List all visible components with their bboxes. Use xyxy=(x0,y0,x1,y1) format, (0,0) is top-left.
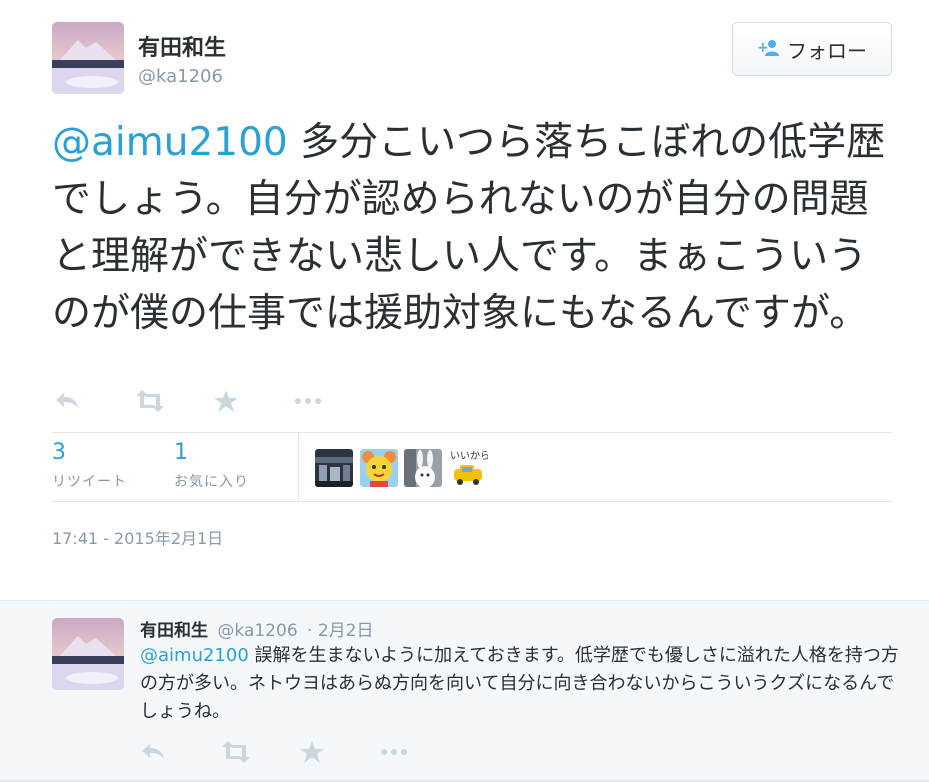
stats-top-divider xyxy=(52,432,892,433)
reply-reply-button[interactable] xyxy=(140,739,220,765)
reply-retweet-button[interactable] xyxy=(220,739,300,765)
stats-divider xyxy=(298,433,299,501)
reply-icon xyxy=(140,742,166,762)
iikara-caption: いいから xyxy=(450,450,488,462)
favorite-star-icon xyxy=(300,741,324,763)
tweet-text: @aimu2100 多分こいつら落ちこぼれの低学歴でしょう。自分が認められないの… xyxy=(52,114,902,342)
more-icon xyxy=(380,748,408,756)
retweet-label: リツイート xyxy=(52,474,127,490)
author-avatar[interactable] xyxy=(52,22,124,94)
favorite-count: 1 xyxy=(174,440,188,465)
iikara-car-avatar[interactable]: いいから xyxy=(448,447,488,489)
favorite-star-icon xyxy=(214,390,238,412)
favorite-stat[interactable]: 1 お気に入り xyxy=(174,440,249,491)
retweet-button[interactable] xyxy=(134,388,214,414)
author-handle[interactable]: @ka1206 xyxy=(138,66,223,87)
reply-text: @aimu2100 誤解を生まないように加えておきます。低学歴でも優しさに溢れた… xyxy=(140,642,900,726)
follow-person-icon: + xyxy=(757,38,779,60)
reply-author-handle[interactable]: @ka1206 xyxy=(217,621,297,641)
tweet-mention-link[interactable]: @aimu2100 xyxy=(52,120,288,165)
station-photo-avatar[interactable] xyxy=(315,449,353,487)
reply-favorite-button[interactable] xyxy=(300,739,380,765)
retweet-stat[interactable]: 3 リツイート xyxy=(52,440,127,491)
reply-date[interactable]: · 2月2日 xyxy=(307,621,373,641)
reply-actions xyxy=(140,739,460,765)
reply-author-avatar[interactable] xyxy=(52,618,124,690)
favorite-label: お気に入り xyxy=(174,474,249,490)
retweet-icon xyxy=(134,390,166,412)
reply-author-name[interactable]: 有田和生 xyxy=(140,621,208,641)
yellow-character-avatar[interactable] xyxy=(360,449,398,487)
reply-button[interactable] xyxy=(54,388,134,414)
stats-bottom-divider xyxy=(52,501,892,502)
retweet-icon xyxy=(220,741,252,763)
tweet-timestamp[interactable]: 17:41 - 2015年2月1日 xyxy=(52,525,223,549)
reply-header: 有田和生 @ka1206 · 2月2日 xyxy=(140,616,374,641)
follow-button[interactable]: + フォロー xyxy=(732,22,892,76)
reply-mention-link[interactable]: @aimu2100 xyxy=(140,645,249,666)
reply-more-button[interactable] xyxy=(380,739,460,765)
author-name[interactable]: 有田和生 xyxy=(138,30,226,62)
reply-body: 誤解を生まないように加えておきます。低学歴でも優しさに溢れた人格を持つ方の方が多… xyxy=(140,645,899,722)
favorite-button[interactable] xyxy=(214,388,294,414)
white-rabbit-avatar[interactable] xyxy=(404,449,442,487)
follow-label: フォロー xyxy=(787,38,867,63)
reply-icon xyxy=(54,391,80,411)
more-button[interactable] xyxy=(294,388,374,414)
tweet-actions xyxy=(54,388,374,414)
retweet-count: 3 xyxy=(52,440,66,465)
more-icon xyxy=(294,397,322,405)
